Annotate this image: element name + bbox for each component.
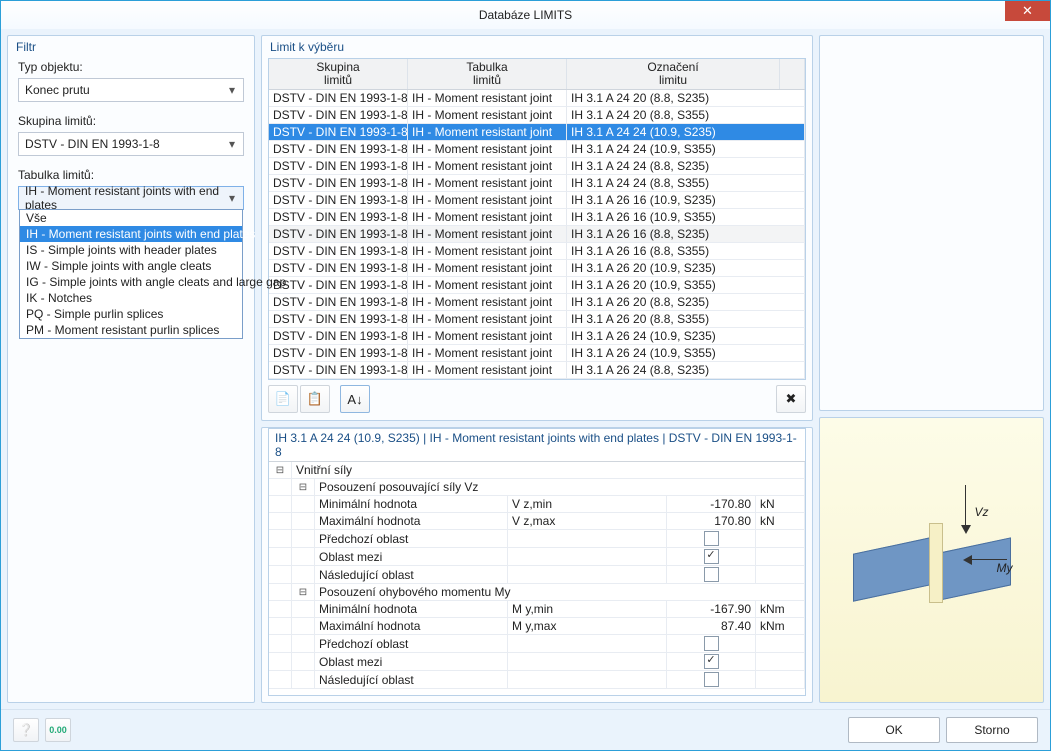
filter-title: Filtr bbox=[8, 36, 254, 58]
table-select[interactable]: IH - Moment resistant joints with end pl… bbox=[18, 186, 244, 210]
grid-body[interactable]: DSTV - DIN EN 1993-1-8IH - Moment resist… bbox=[269, 90, 805, 379]
group-select[interactable]: DSTV - DIN EN 1993-1-8 ▾ bbox=[18, 132, 244, 156]
checkbox[interactable] bbox=[704, 549, 719, 564]
joint-preview-image: Vz My bbox=[847, 475, 1017, 645]
filter-panel: Filtr Typ objektu: Konec prutu ▾ Skupina… bbox=[7, 35, 255, 703]
table-dropdown[interactable]: VšeIH - Moment resistant joints with end… bbox=[19, 209, 243, 339]
dropdown-option[interactable]: IS - Simple joints with header plates bbox=[20, 242, 242, 258]
titlebar: Databáze LIMITS ✕ bbox=[1, 1, 1050, 29]
table-row[interactable]: DSTV - DIN EN 1993-1-8IH - Moment resist… bbox=[269, 107, 805, 124]
table-row[interactable]: DSTV - DIN EN 1993-1-8IH - Moment resist… bbox=[269, 226, 805, 243]
table-row[interactable]: DSTV - DIN EN 1993-1-8IH - Moment resist… bbox=[269, 90, 805, 107]
table-row[interactable]: DSTV - DIN EN 1993-1-8IH - Moment resist… bbox=[269, 294, 805, 311]
sort-icon[interactable]: A↓ bbox=[340, 385, 370, 413]
cancel-button[interactable]: Storno bbox=[946, 717, 1038, 743]
table-row[interactable]: DSTV - DIN EN 1993-1-8IH - Moment resist… bbox=[269, 328, 805, 345]
property-title: IH 3.1 A 24 24 (10.9, S235) | IH - Momen… bbox=[269, 429, 805, 462]
units-icon[interactable]: 0.00 bbox=[45, 718, 71, 742]
checkbox[interactable] bbox=[704, 636, 719, 651]
dropdown-option[interactable]: IG - Simple joints with angle cleats and… bbox=[20, 274, 242, 290]
dropdown-option[interactable]: IH - Moment resistant joints with end pl… bbox=[20, 226, 242, 242]
dropdown-option[interactable]: PM - Moment resistant purlin splices bbox=[20, 322, 242, 338]
table-row[interactable]: DSTV - DIN EN 1993-1-8IH - Moment resist… bbox=[269, 243, 805, 260]
footer: ❔ 0.00 OK Storno bbox=[1, 709, 1050, 750]
table-row[interactable]: DSTV - DIN EN 1993-1-8IH - Moment resist… bbox=[269, 141, 805, 158]
col-designation[interactable]: Označenílimitu bbox=[567, 59, 780, 89]
limits-grid: Skupinalimitů Tabulkalimitů Označenílimi… bbox=[268, 58, 806, 380]
checkbox[interactable] bbox=[704, 567, 719, 582]
grid-toolbar: 📄 📋 A↓ ✖ bbox=[268, 384, 806, 414]
col-group[interactable]: Skupinalimitů bbox=[269, 59, 408, 89]
delete-icon[interactable]: ✖ bbox=[776, 385, 806, 413]
checkbox[interactable] bbox=[704, 672, 719, 687]
table-row[interactable]: DSTV - DIN EN 1993-1-8IH - Moment resist… bbox=[269, 175, 805, 192]
my-label: My bbox=[997, 561, 1013, 575]
table-row[interactable]: DSTV - DIN EN 1993-1-8IH - Moment resist… bbox=[269, 362, 805, 379]
table-row[interactable]: DSTV - DIN EN 1993-1-8IH - Moment resist… bbox=[269, 124, 805, 141]
object-type-select[interactable]: Konec prutu ▾ bbox=[18, 78, 244, 102]
table-row[interactable]: DSTV - DIN EN 1993-1-8IH - Moment resist… bbox=[269, 345, 805, 362]
preview-upper bbox=[819, 35, 1044, 411]
property-grid: IH 3.1 A 24 24 (10.9, S235) | IH - Momen… bbox=[268, 428, 806, 696]
chevron-down-icon: ▾ bbox=[225, 83, 239, 97]
new-icon[interactable]: 📄 bbox=[268, 385, 298, 413]
dropdown-option[interactable]: Vše bbox=[20, 210, 242, 226]
checkbox[interactable] bbox=[704, 654, 719, 669]
dropdown-option[interactable]: IW - Simple joints with angle cleats bbox=[20, 258, 242, 274]
table-row[interactable]: DSTV - DIN EN 1993-1-8IH - Moment resist… bbox=[269, 192, 805, 209]
limits-title: Limit k výběru bbox=[262, 36, 812, 58]
table-row[interactable]: DSTV - DIN EN 1993-1-8IH - Moment resist… bbox=[269, 260, 805, 277]
vz-label: Vz bbox=[975, 505, 989, 519]
close-icon[interactable]: ✕ bbox=[1005, 1, 1050, 21]
help-icon[interactable]: ❔ bbox=[13, 718, 39, 742]
group-label: Skupina limitů: bbox=[8, 112, 254, 130]
limits-panel: Limit k výběru Skupinalimitů Tabulkalimi… bbox=[261, 35, 813, 421]
chevron-down-icon: ▾ bbox=[225, 191, 239, 205]
checkbox[interactable] bbox=[704, 531, 719, 546]
table-row[interactable]: DSTV - DIN EN 1993-1-8IH - Moment resist… bbox=[269, 209, 805, 226]
ok-button[interactable]: OK bbox=[848, 717, 940, 743]
table-label: Tabulka limitů: bbox=[8, 166, 254, 184]
dropdown-option[interactable]: IK - Notches bbox=[20, 290, 242, 306]
object-type-label: Typ objektu: bbox=[8, 58, 254, 76]
chevron-down-icon: ▾ bbox=[225, 137, 239, 151]
copy-icon[interactable]: 📋 bbox=[300, 385, 330, 413]
window-title: Databáze LIMITS bbox=[479, 8, 572, 22]
table-row[interactable]: DSTV - DIN EN 1993-1-8IH - Moment resist… bbox=[269, 311, 805, 328]
col-table[interactable]: Tabulkalimitů bbox=[408, 59, 567, 89]
table-row[interactable]: DSTV - DIN EN 1993-1-8IH - Moment resist… bbox=[269, 277, 805, 294]
dropdown-option[interactable]: PQ - Simple purlin splices bbox=[20, 306, 242, 322]
preview-panel: Vz My bbox=[819, 417, 1044, 703]
table-row[interactable]: DSTV - DIN EN 1993-1-8IH - Moment resist… bbox=[269, 158, 805, 175]
properties-panel: IH 3.1 A 24 24 (10.9, S235) | IH - Momen… bbox=[261, 427, 813, 703]
